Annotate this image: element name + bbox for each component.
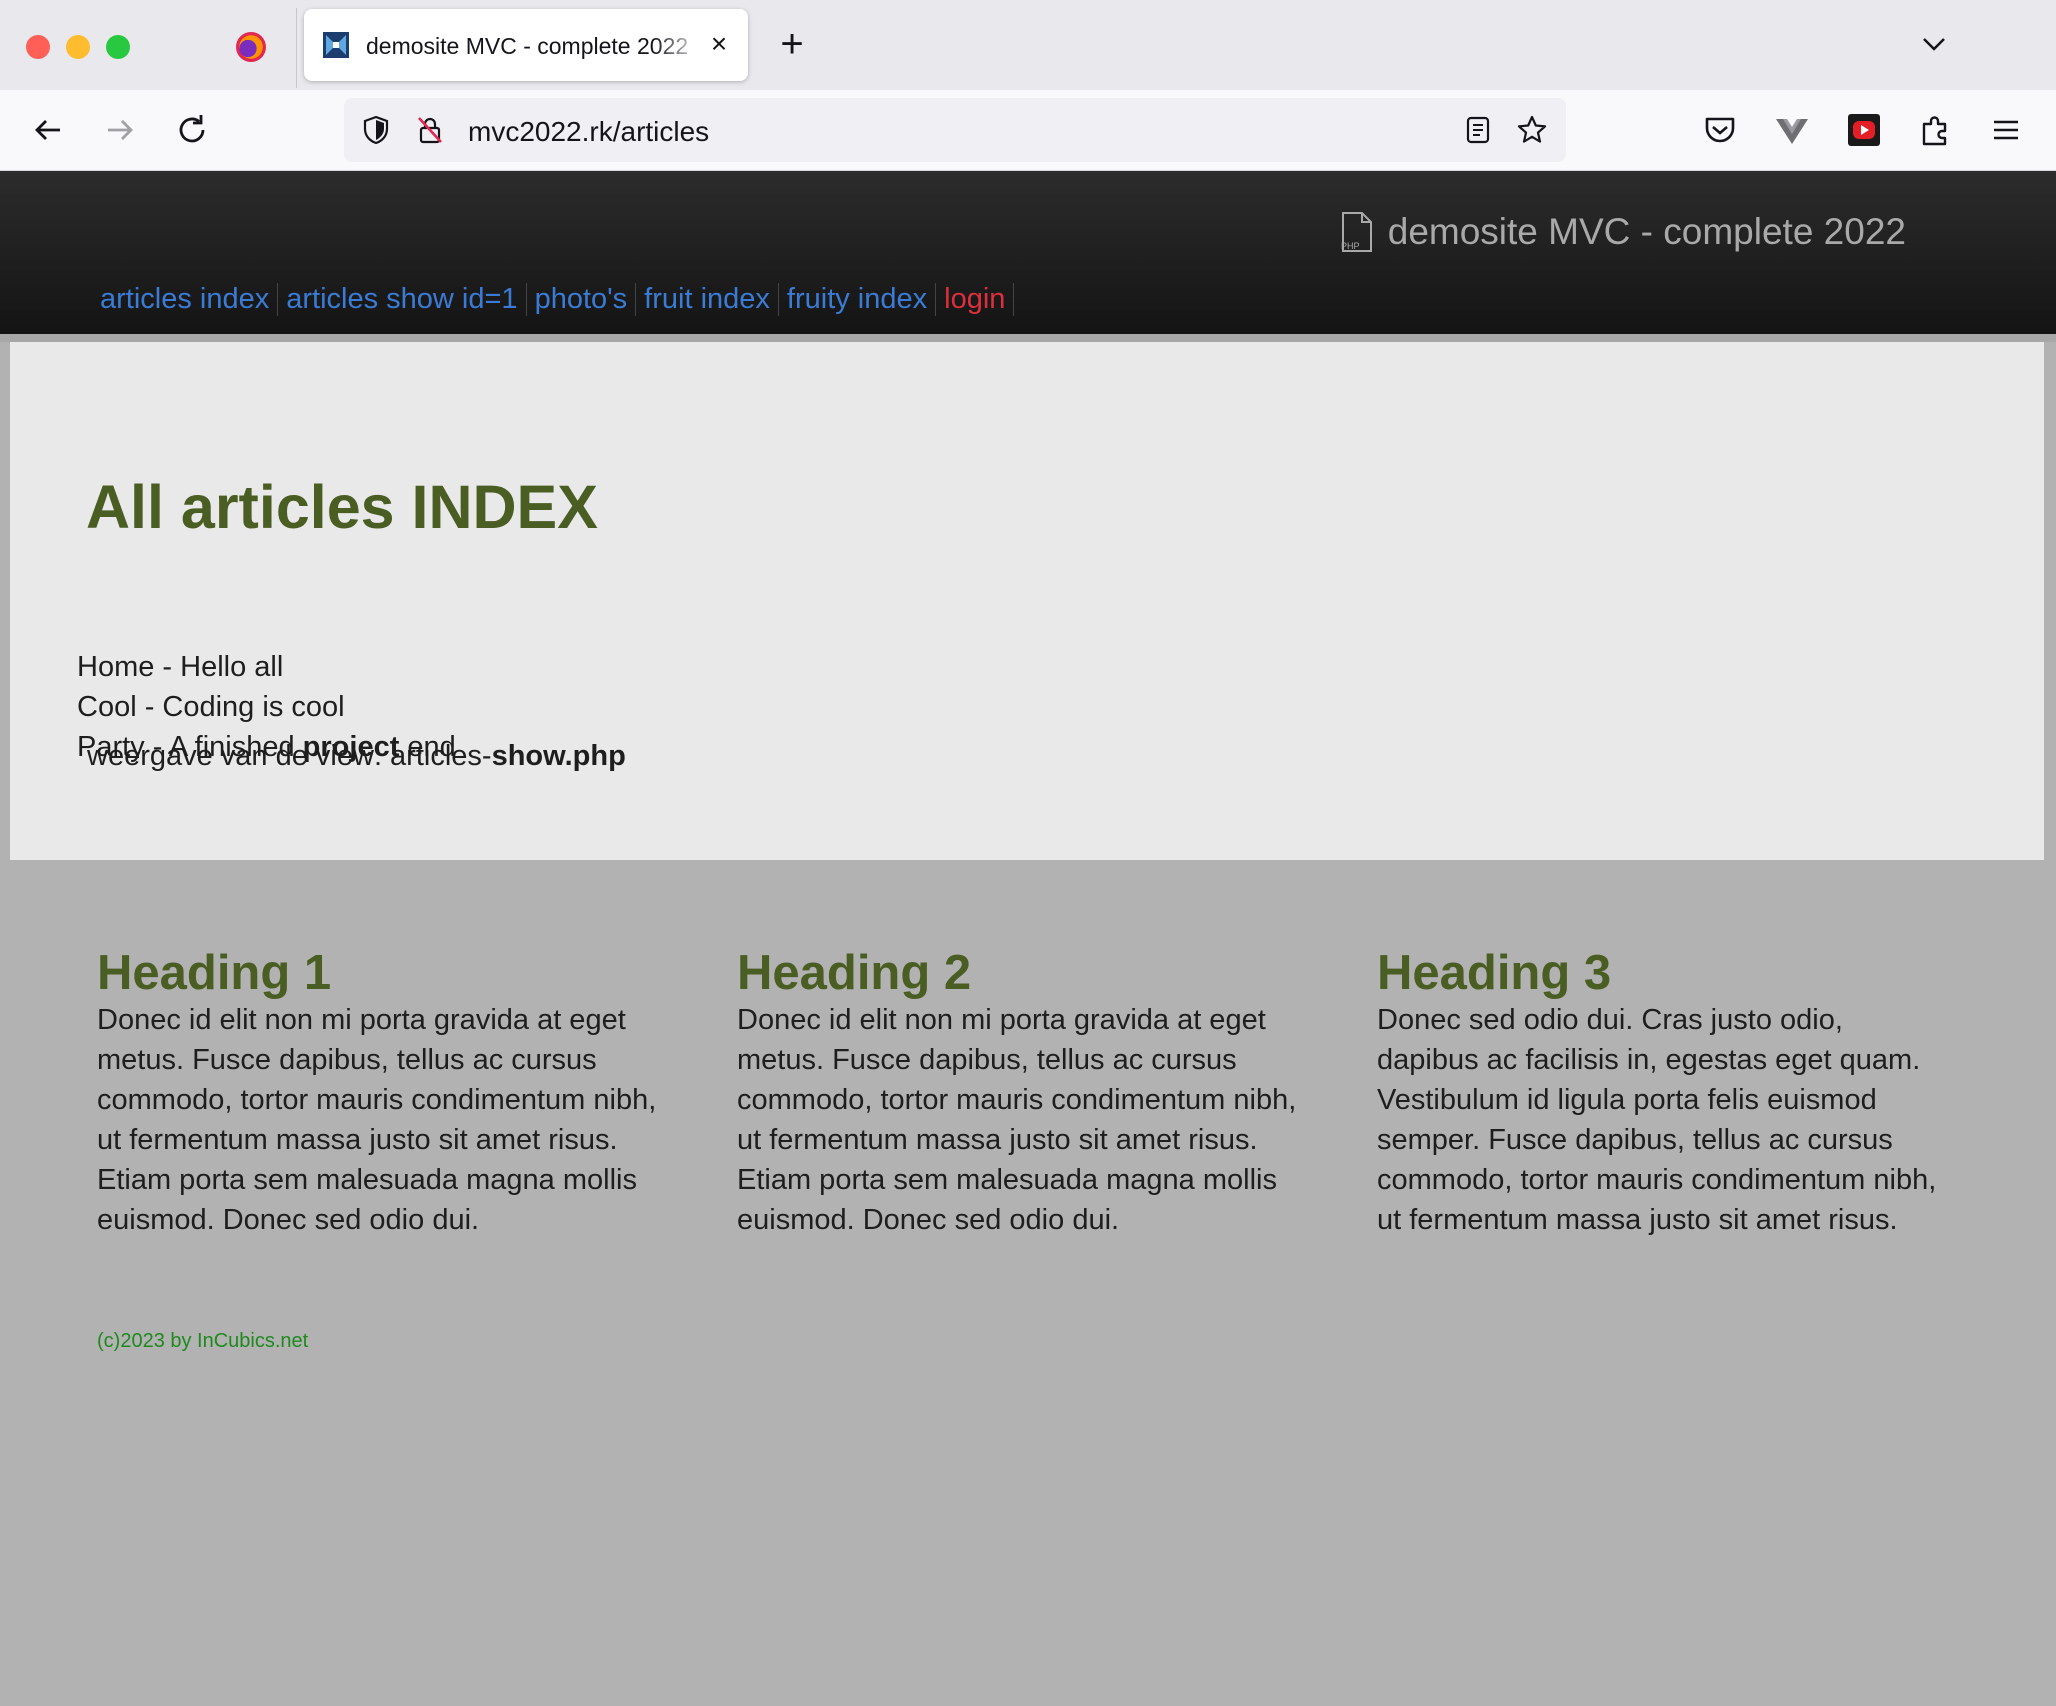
article-item: Cool - Coding is cool — [77, 691, 345, 723]
menu-link-fruit-index[interactable]: fruit index — [636, 283, 779, 316]
menu-hamburger-icon[interactable] — [1986, 110, 2026, 150]
active-tab[interactable]: demosite MVC - complete 2022 × — [304, 9, 748, 81]
article-item: Home - Hello all — [77, 651, 284, 683]
article-list: Home - Hello all Cool - Coding is cool P… — [77, 647, 456, 767]
column-body: Donec sed odio dui. Cras justo odio, dap… — [1377, 1004, 1937, 1236]
view-info-file: show.php — [491, 740, 626, 772]
menu-link-photos[interactable]: photo's — [527, 283, 637, 316]
chevron-down-icon[interactable] — [1918, 28, 1950, 60]
web-page: PHP demosite MVC - complete 2022 article… — [0, 171, 2056, 1706]
bookmark-star-icon[interactable] — [1516, 114, 1548, 146]
site-brand: PHP demosite MVC - complete 2022 — [1340, 211, 1906, 253]
close-tab-icon[interactable]: × — [704, 29, 734, 59]
minimize-window-button[interactable] — [66, 35, 90, 59]
close-window-button[interactable] — [26, 35, 50, 59]
site-title: demosite MVC - complete 2022 — [1387, 211, 1906, 252]
column-body: Donec id elit non mi porta gravida at eg… — [97, 1004, 657, 1236]
column-heading: Heading 2 — [737, 946, 972, 1000]
article-item-prefix: Party - A finished — [77, 731, 303, 763]
site-menu: articles index articles show id=1 photo'… — [92, 283, 1015, 316]
zoom-window-button[interactable] — [106, 35, 130, 59]
back-arrow-icon[interactable] — [28, 110, 68, 150]
tab-divider — [296, 8, 297, 88]
article-item-suffix: end — [399, 731, 456, 763]
shield-icon[interactable] — [360, 114, 392, 146]
address-bar[interactable]: mvc2022.rk/articles — [344, 98, 1566, 162]
feature-columns: Heading 1 Donec id elit non mi porta gra… — [0, 860, 2056, 1560]
column-heading: Heading 3 — [1377, 946, 1612, 1000]
menu-link-articles-index[interactable]: articles index — [92, 283, 279, 316]
header-divider — [0, 334, 2056, 342]
menu-link-articles-show[interactable]: articles show id=1 — [278, 283, 527, 316]
page-title: All articles INDEX — [86, 473, 598, 541]
site-header: PHP demosite MVC - complete 2022 article… — [0, 171, 2056, 334]
menu-link-login[interactable]: login — [936, 283, 1015, 316]
pocket-icon[interactable] — [1700, 110, 1740, 150]
column-heading: Heading 1 — [97, 946, 332, 1000]
hero-panel: All articles INDEX weergave van de view:… — [10, 342, 2044, 860]
new-tab-button[interactable]: + — [774, 24, 810, 64]
browser-window: demosite MVC - complete 2022 × + mvc2022… — [0, 0, 2056, 1706]
reload-icon[interactable] — [172, 110, 212, 150]
tab-title: demosite MVC - complete 2022 — [366, 33, 689, 59]
insecure-lock-icon[interactable] — [414, 114, 446, 146]
reader-view-icon[interactable] — [1462, 114, 1494, 146]
column-body: Donec id elit non mi porta gravida at eg… — [737, 1004, 1297, 1236]
extensions-puzzle-icon[interactable] — [1916, 110, 1956, 150]
article-item-bold: project — [302, 731, 400, 763]
firefox-icon — [236, 32, 266, 62]
site-favicon-icon — [323, 32, 349, 58]
svg-text:PHP: PHP — [1341, 241, 1360, 251]
url-text[interactable]: mvc2022.rk/articles — [468, 116, 709, 148]
vue-devtools-icon[interactable] — [1772, 110, 1812, 150]
forward-arrow-icon[interactable] — [100, 110, 140, 150]
navigation-toolbar: mvc2022.rk/articles — [0, 90, 2056, 171]
tab-strip: demosite MVC - complete 2022 × + — [0, 0, 2056, 90]
menu-link-fruity-index[interactable]: fruity index — [779, 283, 937, 316]
site-footer: (c)2023 by InCubics.net — [97, 1330, 309, 1352]
article-item: Party - A finished project end — [77, 727, 456, 767]
youtube-extension-icon[interactable] — [1844, 110, 1884, 150]
php-file-icon: PHP — [1341, 212, 1372, 252]
